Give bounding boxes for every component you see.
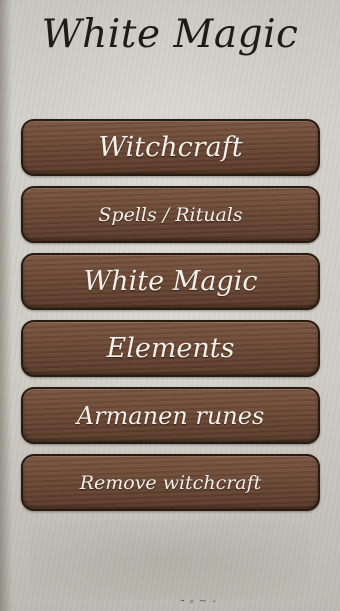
- app-title: White Magic: [41, 12, 299, 57]
- witchcraft-button[interactable]: Witchcraft: [21, 119, 320, 176]
- paper-scribble-mark: ⁃ ⸗ ~ -: [180, 596, 217, 607]
- witchcraft-button-label: Witchcraft: [98, 132, 243, 163]
- armanen-runes-button[interactable]: Armanen runes: [21, 387, 320, 444]
- remove-witchcraft-button[interactable]: Remove witchcraft: [21, 454, 320, 511]
- paper-stain: [30, 520, 310, 600]
- armanen-runes-button-label: Armanen runes: [76, 401, 265, 430]
- elements-button-label: Elements: [106, 333, 235, 364]
- remove-witchcraft-button-label: Remove witchcraft: [79, 471, 262, 494]
- elements-button[interactable]: Elements: [21, 320, 320, 377]
- spells-rituals-button[interactable]: Spells / Rituals: [21, 186, 320, 243]
- white-magic-button[interactable]: White Magic: [21, 253, 320, 310]
- spells-rituals-button-label: Spells / Rituals: [98, 203, 243, 226]
- main-menu: Witchcraft Spells / Rituals White Magic …: [21, 119, 320, 521]
- paper-edge-shadow: [0, 0, 12, 611]
- white-magic-button-label: White Magic: [83, 266, 258, 297]
